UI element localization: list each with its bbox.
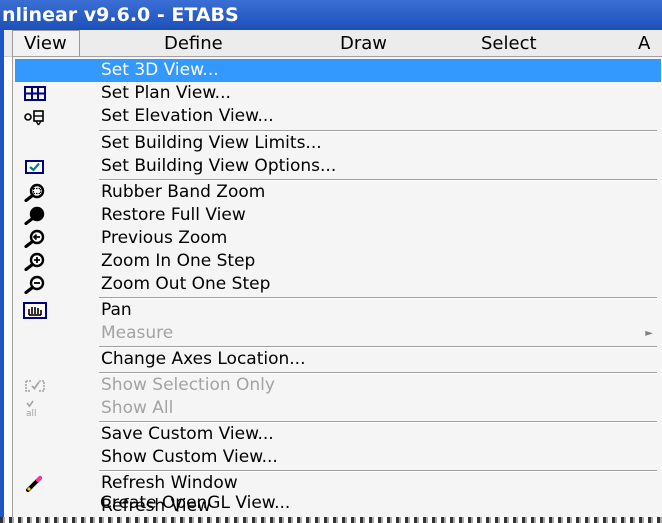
menu-analyze[interactable]: A: [638, 30, 650, 57]
svg-text:all: all: [26, 409, 37, 418]
menu-item-show-selection-only[interactable]: Show Selection Only: [15, 374, 661, 397]
menu-item-set-building-view-options[interactable]: Set Building View Options...: [15, 155, 661, 178]
menu-item-save-custom-view[interactable]: Save Custom View...: [15, 423, 661, 446]
menu-item-zoom-in-one-step[interactable]: Zoom In One Step: [15, 250, 661, 273]
restore-view-icon: [23, 206, 47, 226]
previous-zoom-icon: [23, 229, 47, 249]
menu-item-set-plan-view[interactable]: Set Plan View...: [15, 82, 661, 105]
menu-draw[interactable]: Draw: [340, 30, 387, 57]
menu-item-set-building-view-limits[interactable]: Set Building View Limits...: [15, 132, 661, 155]
menu-item-set-3d-view[interactable]: Set 3D View...: [15, 59, 661, 82]
menu-define[interactable]: Define: [164, 30, 223, 57]
zoom-in-icon: [23, 252, 47, 272]
menu-view[interactable]: View: [12, 30, 80, 57]
menu-item-pan[interactable]: Pan: [15, 299, 661, 322]
menu-select[interactable]: Select: [481, 30, 537, 57]
show-all-icon: all: [23, 399, 47, 419]
menu-item-create-opengl-view[interactable]: Create OpenGL View...: [14, 492, 660, 515]
menu-item-measure[interactable]: Measure ►: [15, 322, 661, 345]
menu-item-set-elevation-view[interactable]: Set Elevation View...: [15, 105, 661, 128]
menu-item-restore-full-view[interactable]: Restore Full View: [15, 204, 661, 227]
plan-grid-icon: [23, 84, 47, 103]
window-title: nlinear v9.6.0 - ETABS: [2, 4, 239, 26]
menu-bar: View Define Draw Select A: [4, 30, 662, 57]
submenu-arrow-icon: ►: [645, 328, 653, 339]
show-selection-icon: [23, 376, 47, 395]
pan-hand-icon: [23, 301, 47, 320]
rubber-band-zoom-icon: [23, 183, 47, 203]
view-menu-dropdown: Set 3D View... Set Plan View... Set Elev…: [12, 56, 662, 523]
elevation-icon: [23, 107, 47, 126]
view-options-icon: [23, 157, 47, 176]
window-title-bar: nlinear v9.6.0 - ETABS: [0, 0, 662, 30]
menu-item-previous-zoom[interactable]: Previous Zoom: [15, 227, 661, 250]
menu-item-show-custom-view[interactable]: Show Custom View...: [15, 446, 661, 469]
menu-item-zoom-out-one-step[interactable]: Zoom Out One Step: [15, 273, 661, 296]
menu-item-show-all[interactable]: all Show All: [15, 397, 661, 420]
zoom-out-icon: [23, 275, 47, 295]
menu-item-change-axes-location[interactable]: Change Axes Location...: [15, 348, 661, 371]
toolbar-edge-strip: [0, 517, 662, 523]
menu-item-rubber-band-zoom[interactable]: Rubber Band Zoom: [15, 181, 661, 204]
pencil-icon: [23, 474, 47, 493]
window-frame: [0, 30, 4, 523]
